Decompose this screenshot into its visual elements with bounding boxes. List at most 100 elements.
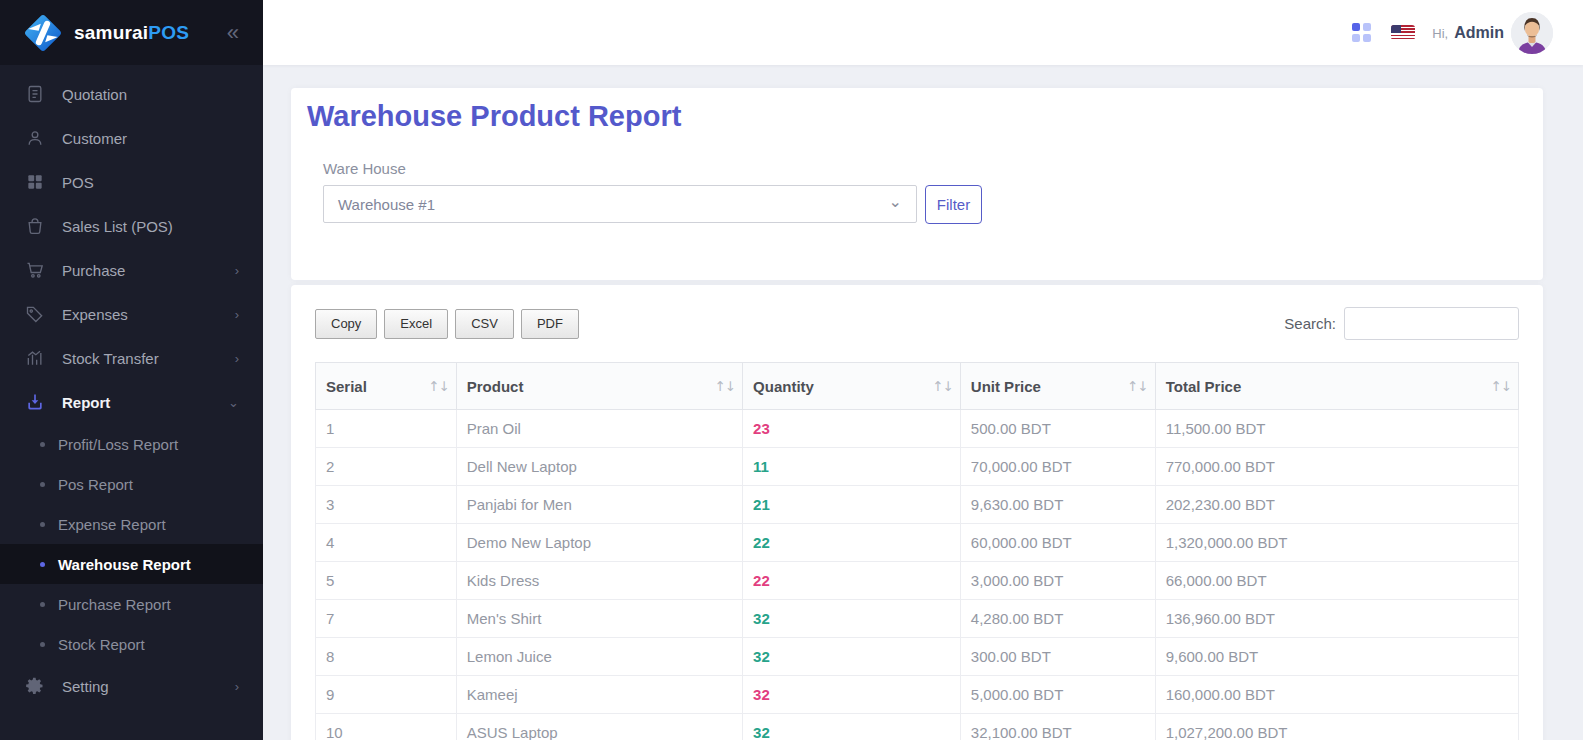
copy-export-button[interactable]: Copy: [315, 309, 377, 339]
cell-serial: 4: [316, 524, 457, 562]
sidebar-subitem-stock-report[interactable]: Stock Report: [0, 624, 263, 664]
column-header-quantity[interactable]: Quantity↑↓: [743, 363, 961, 410]
search-input[interactable]: [1344, 307, 1519, 340]
sidebar-collapse-icon[interactable]: «: [227, 22, 239, 44]
cell-quantity: 21: [743, 486, 961, 524]
column-header-label: Serial: [326, 378, 367, 395]
cell-unit-price: 300.00 BDT: [960, 638, 1155, 676]
sidebar-subitem-warehouse-report[interactable]: Warehouse Report: [0, 544, 263, 584]
sidebar-item-pos[interactable]: POS: [0, 160, 263, 204]
chevron-right-icon: ›: [235, 307, 239, 322]
cell-product: Men's Shirt: [456, 600, 742, 638]
cell-product: Lemon Juice: [456, 638, 742, 676]
cell-quantity: 32: [743, 600, 961, 638]
cell-quantity: 23: [743, 410, 961, 448]
table-row: 9Kameej325,000.00 BDT160,000.00 BDT: [316, 676, 1519, 714]
table-row: 10ASUS Laptop3232,100.00 BDT1,027,200.00…: [316, 714, 1519, 740]
excel-export-button[interactable]: Excel: [384, 309, 448, 339]
cell-product: Dell New Laptop: [456, 448, 742, 486]
warehouse-field-label: Ware House: [323, 160, 1511, 177]
warehouse-select[interactable]: Warehouse #1 ⌄: [323, 185, 917, 223]
page-title: Warehouse Product Report: [307, 98, 1527, 134]
cell-serial: 3: [316, 486, 457, 524]
sidebar-subitem-purchase-report[interactable]: Purchase Report: [0, 584, 263, 624]
cell-quantity: 32: [743, 714, 961, 740]
bullet-dot-icon: [40, 442, 45, 447]
sidebar-item-expenses[interactable]: Expenses›: [0, 292, 263, 336]
sidebar-item-quotation[interactable]: Quotation: [0, 72, 263, 116]
cell-quantity: 22: [743, 524, 961, 562]
sidebar-subitem-label: Stock Report: [58, 636, 145, 653]
sidebar-menu: QuotationCustomerPOSSales List (POS)Purc…: [0, 65, 263, 708]
column-header-serial[interactable]: Serial ↑↓: [316, 363, 457, 410]
cell-quantity: 32: [743, 638, 961, 676]
sales-list-icon: [24, 215, 46, 237]
cell-total-price: 9,600.00 BDT: [1155, 638, 1518, 676]
csv-export-button[interactable]: CSV: [455, 309, 514, 339]
pdf-export-button[interactable]: PDF: [521, 309, 579, 339]
sidebar-subitem-profit-loss-report[interactable]: Profit/Loss Report: [0, 424, 263, 464]
cell-serial: 1: [316, 410, 457, 448]
column-header-product[interactable]: Product↑↓: [456, 363, 742, 410]
cell-product: Pran Oil: [456, 410, 742, 448]
chevron-down-icon: ⌄: [228, 395, 239, 410]
sidebar-item-customer[interactable]: Customer: [0, 116, 263, 160]
sidebar-subitem-label: Profit/Loss Report: [58, 436, 178, 453]
top-header: Hi, Admin: [263, 0, 1583, 65]
table-row: 4Demo New Laptop2260,000.00 BDT1,320,000…: [316, 524, 1519, 562]
cell-total-price: 1,027,200.00 BDT: [1155, 714, 1518, 740]
pos-icon: [24, 171, 46, 193]
sidebar-item-sales-list-pos[interactable]: Sales List (POS): [0, 204, 263, 248]
column-header-unit-price[interactable]: Unit Price ↑↓: [960, 363, 1155, 410]
chevron-right-icon: ›: [235, 679, 239, 694]
cell-quantity: 11: [743, 448, 961, 486]
cell-unit-price: 70,000.00 BDT: [960, 448, 1155, 486]
cell-unit-price: 9,630.00 BDT: [960, 486, 1155, 524]
username: Admin: [1454, 24, 1504, 42]
column-header-total-price[interactable]: Total Price↑↓: [1155, 363, 1518, 410]
cell-total-price: 11,500.00 BDT: [1155, 410, 1518, 448]
table-row: 1Pran Oil23500.00 BDT11,500.00 BDT: [316, 410, 1519, 448]
greeting: Hi, Admin: [1432, 24, 1504, 42]
greeting-hi: Hi,: [1432, 26, 1448, 41]
sidebar-subitem-label: Expense Report: [58, 516, 166, 533]
expenses-icon: [24, 303, 46, 325]
cell-total-price: 136,960.00 BDT: [1155, 600, 1518, 638]
sidebar-item-purchase[interactable]: Purchase›: [0, 248, 263, 292]
cell-total-price: 160,000.00 BDT: [1155, 676, 1518, 714]
setting-icon: [24, 675, 46, 697]
sidebar-subitem-pos-report[interactable]: Pos Report: [0, 464, 263, 504]
table-toolbar: CopyExcelCSVPDF Search:: [315, 307, 1519, 340]
quotation-icon: [24, 83, 46, 105]
sidebar-item-report[interactable]: Report⌄: [0, 380, 263, 424]
sidebar-item-label: POS: [62, 174, 94, 191]
language-flag-icon[interactable]: [1391, 25, 1415, 40]
table-row: 7Men's Shirt324,280.00 BDT136,960.00 BDT: [316, 600, 1519, 638]
column-header-label: Unit Price: [971, 378, 1041, 395]
column-header-label: Product: [467, 378, 524, 395]
cell-unit-price: 5,000.00 BDT: [960, 676, 1155, 714]
user-avatar[interactable]: [1511, 12, 1553, 54]
cell-product: Panjabi for Men: [456, 486, 742, 524]
cell-quantity: 32: [743, 676, 961, 714]
filter-button[interactable]: Filter: [925, 185, 982, 224]
sidebar: samuraiPOS « QuotationCustomerPOSSales L…: [0, 0, 263, 740]
column-header-label: Quantity: [753, 378, 814, 395]
table-row: 3Panjabi for Men219,630.00 BDT202,230.00…: [316, 486, 1519, 524]
cell-serial: 2: [316, 448, 457, 486]
cell-serial: 9: [316, 676, 457, 714]
sidebar-subitem-expense-report[interactable]: Expense Report: [0, 504, 263, 544]
sidebar-item-setting[interactable]: Setting›: [0, 664, 263, 708]
cell-quantity: 22: [743, 562, 961, 600]
sort-icon: ↑↓: [1127, 378, 1148, 394]
sort-icon: ↑↓: [428, 378, 449, 394]
cell-total-price: 202,230.00 BDT: [1155, 486, 1518, 524]
sidebar-item-stock-transfer[interactable]: Stock Transfer›: [0, 336, 263, 380]
purchase-icon: [24, 259, 46, 281]
cell-total-price: 66,000.00 BDT: [1155, 562, 1518, 600]
report-icon: [24, 391, 46, 413]
sort-icon: ↑↓: [1490, 378, 1511, 394]
sidebar-subitem-label: Pos Report: [58, 476, 133, 493]
main-content: Warehouse Product Report Ware House Ware…: [263, 65, 1583, 740]
apps-grid-icon[interactable]: [1352, 23, 1371, 42]
